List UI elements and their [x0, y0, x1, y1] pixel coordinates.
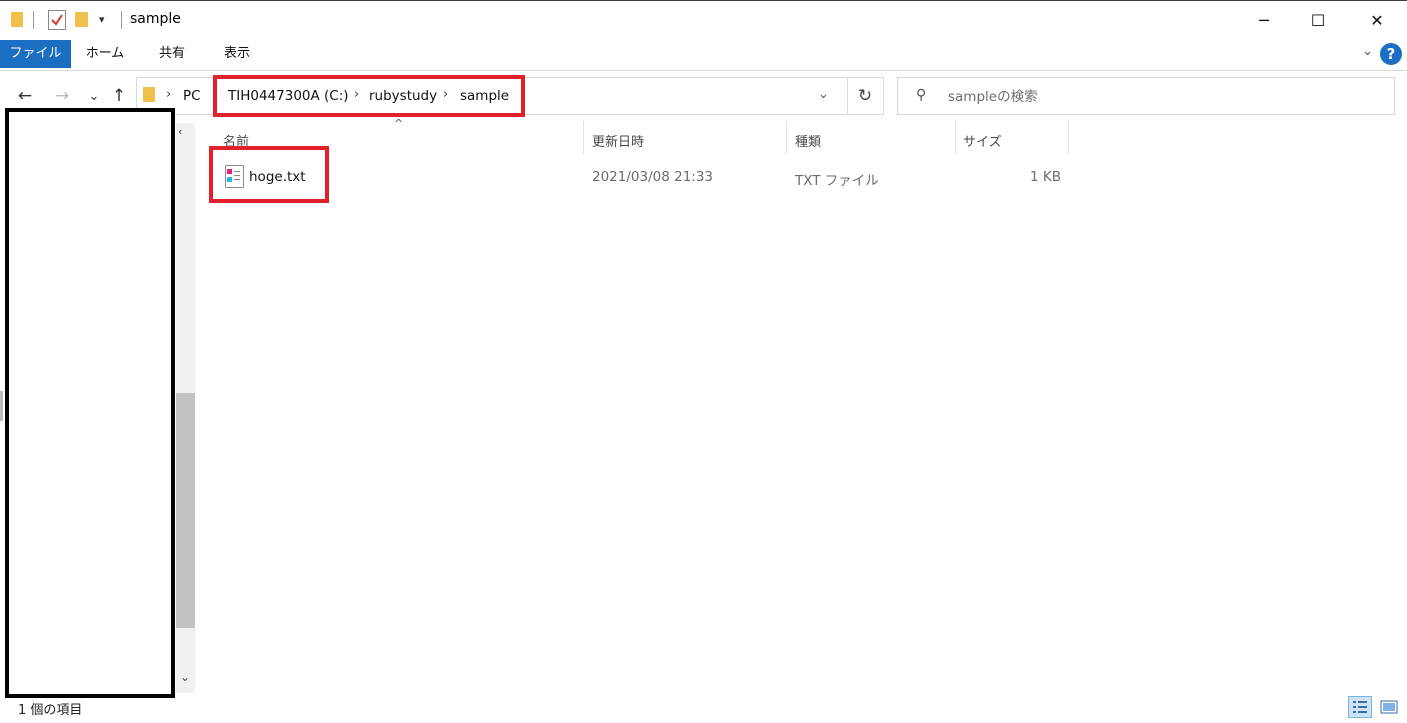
details-view-button[interactable] — [1348, 696, 1372, 718]
column-divider[interactable] — [1068, 121, 1069, 154]
forward-button[interactable]: → — [51, 84, 73, 108]
maximize-button[interactable]: ☐ — [1291, 0, 1345, 40]
search-icon: ⚲ — [916, 87, 927, 103]
title-bar: ▾ sample ─ ☐ ✕ — [0, 0, 1407, 40]
breadcrumb-pc[interactable]: PC — [183, 88, 201, 104]
column-header-modified[interactable]: 更新日時 — [592, 131, 644, 150]
ribbon-tabs: ファイル ホーム 共有 表示 ⌄ ? — [0, 40, 1407, 71]
help-button[interactable]: ? — [1380, 43, 1402, 65]
close-button[interactable]: ✕ — [1350, 0, 1404, 40]
divider — [121, 11, 122, 29]
back-button[interactable]: ← — [14, 84, 36, 108]
file-modified: 2021/03/08 21:33 — [592, 169, 714, 185]
folder-icon — [143, 87, 155, 102]
tab-file[interactable]: ファイル — [0, 40, 71, 68]
checkmark-properties-icon[interactable] — [48, 10, 66, 30]
column-header-size[interactable]: サイズ — [963, 131, 1002, 150]
search-box[interactable]: ⚲ — [897, 77, 1395, 115]
customize-quick-access-icon[interactable]: ▾ — [99, 13, 105, 26]
navigation-bar: ← → ⌄ ↑ › PC › TIH0447300A (C:) › rubyst… — [0, 71, 1407, 121]
status-item-count: 1 個の項目 — [18, 703, 83, 718]
column-divider[interactable] — [955, 121, 956, 154]
column-divider[interactable] — [786, 121, 787, 154]
new-folder-icon[interactable] — [75, 12, 88, 27]
highlight-path-box — [213, 75, 525, 117]
folder-icon[interactable] — [11, 12, 23, 27]
tab-view[interactable]: 表示 — [208, 40, 266, 68]
refresh-icon[interactable]: ↻ — [847, 77, 884, 115]
highlight-file-box — [209, 146, 329, 203]
navigation-pane: ‹ ⌄ — [0, 108, 200, 698]
up-button[interactable]: ↑ — [108, 84, 130, 108]
address-dropdown-icon[interactable]: ⌄ — [818, 87, 829, 102]
file-size: 1 KB — [1030, 169, 1061, 185]
redacted-navigation-tree — [5, 108, 175, 698]
search-input[interactable] — [946, 85, 1380, 109]
ribbon-expand-icon[interactable]: ⌄ — [1362, 44, 1373, 59]
nav-scrollbar-thumb[interactable] — [176, 393, 195, 628]
column-divider[interactable] — [583, 121, 584, 154]
tab-home[interactable]: ホーム — [76, 40, 134, 68]
sort-ascending-icon: ^ — [394, 117, 404, 130]
pane-edge — [0, 391, 3, 421]
recent-locations-button[interactable]: ⌄ — [83, 84, 105, 108]
column-header-type[interactable]: 種類 — [795, 131, 821, 150]
file-type: TXT ファイル — [795, 173, 879, 189]
window-title: sample — [130, 11, 181, 27]
minimize-button[interactable]: ─ — [1237, 0, 1291, 40]
scroll-down-icon[interactable]: ⌄ — [180, 670, 190, 684]
divider — [33, 11, 34, 29]
top-border — [0, 0, 1407, 1]
tab-share[interactable]: 共有 — [144, 40, 200, 68]
scroll-up-icon[interactable]: ‹ — [178, 125, 182, 138]
large-icons-view-button[interactable] — [1377, 696, 1401, 718]
breadcrumb-separator[interactable]: › — [166, 87, 171, 102]
